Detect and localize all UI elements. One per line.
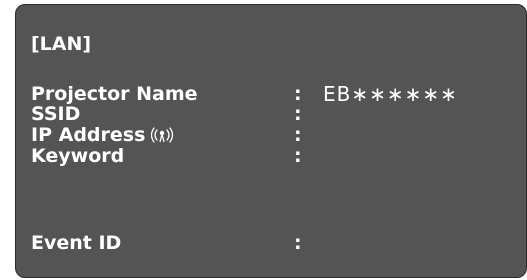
field-separator: :: [294, 83, 302, 105]
field-row-ssid: SSID :: [31, 103, 511, 125]
field-separator: :: [294, 232, 302, 254]
lan-info-panel: [LAN] Projector Name : EB∗∗∗∗∗∗ SSID : I…: [15, 4, 527, 278]
field-label-projector-name: Projector Name: [31, 83, 198, 105]
field-label-ip-address: IP Address: [31, 124, 146, 146]
field-row-projector-name: Projector Name : EB∗∗∗∗∗∗: [31, 83, 511, 105]
field-row-keyword: Keyword :: [31, 145, 511, 167]
field-label-keyword: Keyword: [31, 145, 125, 167]
field-label-event-id: Event ID: [31, 232, 122, 254]
field-separator: :: [294, 124, 302, 146]
wireless-signal-icon: [150, 127, 174, 143]
field-row-event-id: Event ID :: [31, 232, 511, 254]
field-row-ip-address: IP Address :: [31, 124, 511, 146]
field-label-ssid: SSID: [31, 103, 81, 125]
field-separator: :: [294, 103, 302, 125]
field-separator: :: [294, 145, 302, 167]
screen-title: [LAN]: [31, 33, 92, 55]
field-value-projector-name: EB∗∗∗∗∗∗: [323, 82, 458, 106]
